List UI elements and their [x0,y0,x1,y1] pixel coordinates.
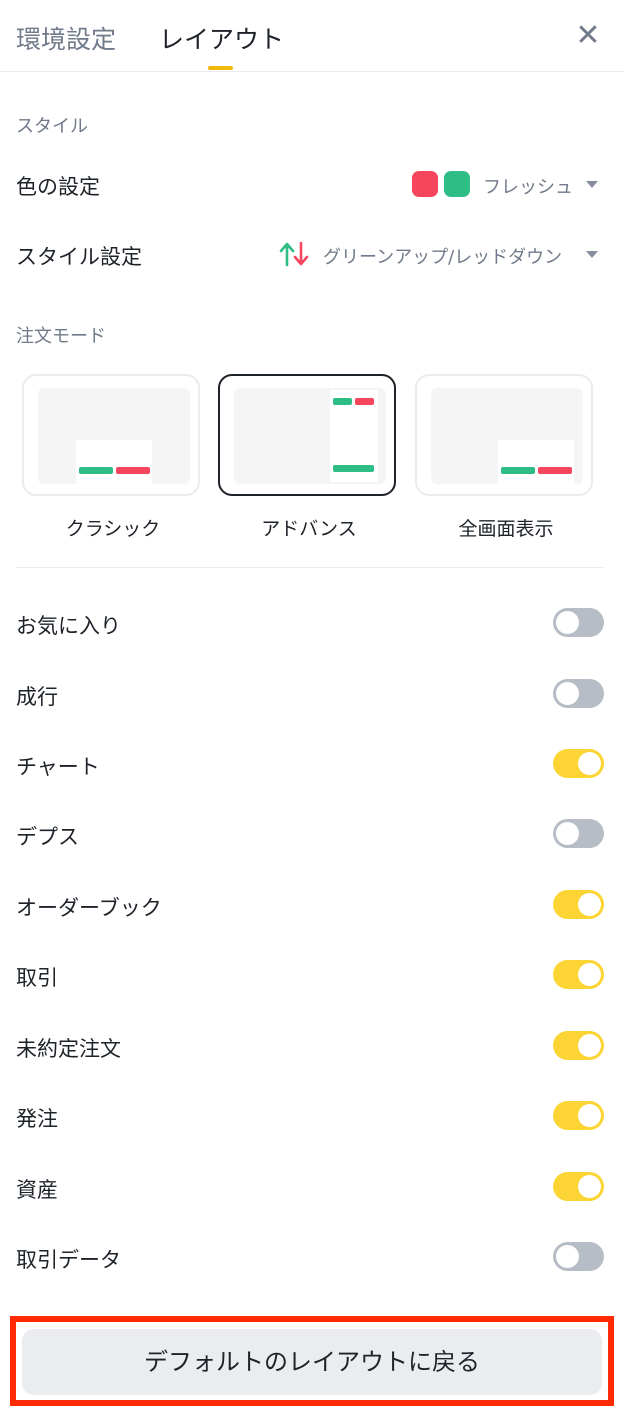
active-tab-indicator [208,66,233,70]
toggle-row-orderbook: オーダーブック [0,890,624,930]
toggle-label: デプス [16,825,79,849]
assets-toggle[interactable] [553,1172,604,1201]
tab-layout[interactable]: レイアウト [159,22,284,58]
divider [16,567,604,568]
toggle-label: お気に入り [16,614,121,638]
mode-card-advanced[interactable] [218,374,396,496]
mode-label-advanced: アドバンス [261,518,357,540]
place-order-toggle[interactable] [553,1101,604,1130]
toggle-knob [578,1175,601,1198]
open-orders-toggle[interactable] [553,1031,604,1060]
toggle-label: オーダーブック [16,896,162,920]
sell-bar [355,398,374,405]
toggle-knob [556,1245,579,1268]
style-section-title: スタイル [16,116,88,137]
buy-bar [333,398,352,405]
toggle-row-chart: チャート [0,749,624,789]
orderbook-toggle[interactable] [553,890,604,919]
color-setting-caret-icon[interactable] [586,181,598,188]
toggle-label: 成行 [16,685,58,709]
toggle-row-depth: デプス [0,819,624,859]
trades-toggle[interactable] [553,960,604,989]
header: 環境設定 レイアウト ✕ [0,0,624,72]
toggle-label: 未約定注文 [16,1037,121,1061]
toggle-label: 取引データ [16,1248,121,1272]
style-setting-dropdown[interactable]: グリーンアップ/レッドダウン [323,243,562,269]
style-setting-label: スタイル設定 [16,245,142,269]
toggle-label: 資産 [16,1178,58,1202]
toggle-knob [556,682,579,705]
market-toggle[interactable] [553,679,604,708]
order-mode-title: 注文モード [16,326,106,347]
up-down-arrows-icon [279,241,309,267]
red-color-swatch [412,171,438,197]
toggle-row-place-order: 発注 [0,1101,624,1141]
depth-toggle[interactable] [553,819,604,848]
green-color-swatch [444,171,470,197]
color-setting-dropdown[interactable]: フレッシュ [483,173,573,199]
reset-layout-button[interactable]: デフォルトのレイアウトに戻る [22,1329,602,1395]
mode-preview [38,388,190,484]
submit-bar [333,465,374,472]
mode-card-fullscreen[interactable] [415,374,593,496]
toggle-label: 発注 [16,1107,58,1131]
chart-toggle[interactable] [553,749,604,778]
toggle-knob [578,963,601,986]
toggle-knob [556,822,579,845]
sell-bar [116,467,150,474]
order-panel-preview [76,440,152,484]
sell-bar [538,467,572,474]
toggle-knob [578,752,601,775]
close-icon[interactable]: ✕ [574,21,602,51]
mode-preview [234,388,386,484]
mode-card-classic[interactable] [22,374,200,496]
style-setting-caret-icon[interactable] [586,251,598,258]
toggle-row-market: 成行 [0,679,624,719]
trading-data-toggle[interactable] [553,1242,604,1271]
toggle-knob [578,1034,601,1057]
buy-bar [79,467,113,474]
tab-environment-settings[interactable]: 環境設定 [16,22,116,58]
toggle-knob [556,611,579,634]
toggle-row-trades: 取引 [0,960,624,1000]
toggle-row-assets: 資産 [0,1172,624,1212]
favorites-toggle[interactable] [553,608,604,637]
toggle-row-open-orders: 未約定注文 [0,1031,624,1071]
buy-bar [501,467,535,474]
toggle-label: チャート [16,755,100,779]
mode-label-classic: クラシック [65,518,161,540]
mode-label-fullscreen: 全画面表示 [458,518,554,540]
toggle-row-trading-data: 取引データ [0,1242,624,1282]
toggle-knob [578,893,601,916]
order-panel-preview [498,440,574,484]
toggle-knob [578,1104,601,1127]
toggle-label: 取引 [16,966,58,990]
toggle-row-favorites: お気に入り [0,608,624,648]
color-setting-label: 色の設定 [16,175,100,199]
mode-preview [431,388,583,484]
